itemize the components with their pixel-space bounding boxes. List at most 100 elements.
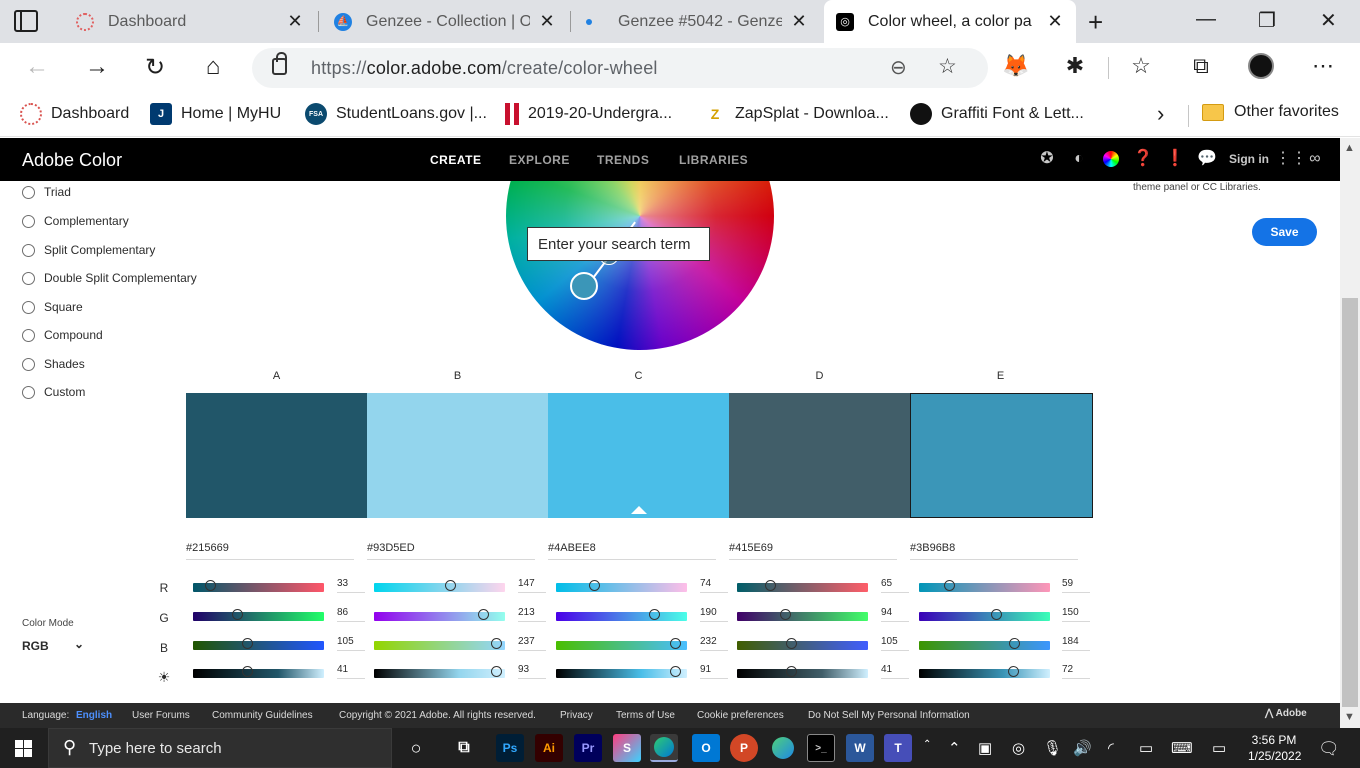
adobe-color-logo[interactable]: Adobe Color <box>22 150 122 171</box>
camera-icon[interactable]: ◎ <box>1012 739 1025 757</box>
slider-brightness-e[interactable] <box>919 666 1050 678</box>
radio-icon[interactable] <box>22 214 35 228</box>
refresh-icon[interactable]: ↻ <box>140 53 170 82</box>
slider-blue-c[interactable] <box>556 638 687 650</box>
slider-green-b[interactable] <box>374 609 505 621</box>
outlook-icon[interactable]: O <box>692 734 720 762</box>
windows-start-icon[interactable] <box>15 740 32 757</box>
search-term-tooltip[interactable]: Enter your search term <box>527 227 710 261</box>
keyboard-icon[interactable]: ⌨ <box>1171 739 1193 757</box>
slider-knob[interactable] <box>241 666 253 677</box>
nav-libraries[interactable]: LIBRARIES <box>679 153 748 167</box>
footer-link-cookies[interactable]: Cookie preferences <box>697 710 784 721</box>
collections-icon[interactable]: ⧉ <box>1186 53 1216 79</box>
favorite-zapsplat[interactable]: Z ZapSplat - Downloa... <box>704 103 889 125</box>
slider-knob[interactable] <box>490 666 502 677</box>
footer-link-privacy[interactable]: Privacy <box>560 710 593 721</box>
taskbar-search-box[interactable]: ⚲ Type here to search <box>48 728 392 768</box>
adobe-footer-logo[interactable]: ⋀ Adobe <box>1265 708 1307 719</box>
radio-icon[interactable] <box>22 357 35 371</box>
rule-shades[interactable]: Shades <box>22 357 85 371</box>
apps-grid-icon[interactable]: ⋮⋮ <box>1275 149 1307 169</box>
edge-icon[interactable] <box>769 734 797 762</box>
slider-blue-a[interactable] <box>193 638 324 650</box>
favorite-myhu[interactable]: J Home | MyHU <box>150 103 281 125</box>
chevron-right-icon[interactable]: › <box>1157 101 1164 127</box>
value-blue-a[interactable]: 105 <box>337 636 365 651</box>
slider-knob[interactable] <box>670 666 682 677</box>
close-window-icon[interactable]: ✕ <box>1320 8 1337 33</box>
radio-icon[interactable] <box>22 243 35 257</box>
illustrator-icon[interactable]: Ai <box>535 734 563 762</box>
swatch-a[interactable] <box>186 393 367 518</box>
slider-blue-e[interactable] <box>919 638 1050 650</box>
tab-color-wheel[interactable]: ◎ Color wheel, a color pa ✕ <box>824 0 1076 43</box>
microphone-icon[interactable]: 🎙 <box>1043 739 1062 757</box>
favorite-graffiti[interactable]: Graffiti Font & Lett... <box>910 103 1084 125</box>
swatch-c[interactable] <box>548 393 729 518</box>
value-green-d[interactable]: 94 <box>881 607 909 622</box>
slider-green-e[interactable] <box>919 609 1050 621</box>
photoshop-icon[interactable]: Ps <box>496 734 524 762</box>
rule-compound[interactable]: Compound <box>22 328 103 342</box>
value-brightness-a[interactable]: 41 <box>337 664 365 679</box>
edge-dev-icon[interactable] <box>650 734 678 762</box>
favorite-dashboard[interactable]: Dashboard <box>20 103 129 125</box>
rule-square[interactable]: Square <box>22 300 83 314</box>
rule-triad[interactable]: Triad <box>22 185 71 199</box>
slider-knob[interactable] <box>232 609 244 620</box>
value-red-a[interactable]: 33 <box>337 578 365 593</box>
rule-complementary[interactable]: Complementary <box>22 214 129 228</box>
show-hidden-icons[interactable]: ⌃ <box>948 739 961 757</box>
teams-icon[interactable]: T <box>884 734 912 762</box>
slider-knob[interactable] <box>785 638 797 649</box>
tray-scroll-icon[interactable]: ⌃ <box>923 739 931 750</box>
tab-genzee-5042[interactable]: Genzee #5042 - Genze ✕ <box>574 0 820 43</box>
hex-input-e[interactable]: #3B96B8 <box>910 542 1078 560</box>
slider-brightness-d[interactable] <box>737 666 868 678</box>
favorite-studentloans[interactable]: FSA StudentLoans.gov |... <box>305 103 487 125</box>
radio-icon[interactable] <box>22 328 35 342</box>
slider-knob[interactable] <box>444 580 456 591</box>
url-field[interactable]: https://color.adobe.com/create/color-whe… <box>252 48 988 88</box>
hex-input-b[interactable]: #93D5ED <box>367 542 535 560</box>
contrast-icon[interactable]: ◐ <box>1069 149 1089 169</box>
language-link[interactable]: English <box>76 710 112 721</box>
value-brightness-b[interactable]: 93 <box>518 664 546 679</box>
slider-knob[interactable] <box>780 609 792 620</box>
cortana-icon[interactable]: ○ <box>402 734 430 762</box>
notifications-icon[interactable]: 🗨 <box>1318 739 1340 759</box>
slider-knob[interactable] <box>241 638 253 649</box>
color-mode-select[interactable]: RGB ⌄ <box>22 637 86 653</box>
star-badge-icon[interactable]: ✪ <box>1037 149 1057 169</box>
other-favorites[interactable]: Other favorites <box>1202 103 1339 121</box>
hex-input-c[interactable]: #4ABEE8 <box>548 542 716 560</box>
nav-trends[interactable]: TRENDS <box>597 153 649 167</box>
nav-explore[interactable]: EXPLORE <box>509 153 570 167</box>
close-tab-icon[interactable]: ✕ <box>538 11 556 32</box>
slider-knob[interactable] <box>490 638 502 649</box>
word-icon[interactable]: W <box>846 734 874 762</box>
value-brightness-c[interactable]: 91 <box>700 664 728 679</box>
screen-icon[interactable]: ▣ <box>978 739 992 757</box>
value-brightness-d[interactable]: 41 <box>881 664 909 679</box>
rule-custom[interactable]: Custom <box>22 385 85 399</box>
tab-actions-icon[interactable] <box>14 10 38 32</box>
premiere-icon[interactable]: Pr <box>574 734 602 762</box>
hex-input-a[interactable]: #215669 <box>186 542 354 560</box>
footer-link-terms[interactable]: Terms of Use <box>616 710 675 721</box>
wheel-handle-base[interactable] <box>570 272 598 300</box>
value-green-b[interactable]: 213 <box>518 607 546 622</box>
save-button[interactable]: Save <box>1252 218 1317 246</box>
radio-icon[interactable] <box>22 300 35 314</box>
value-green-c[interactable]: 190 <box>700 607 728 622</box>
hex-input-d[interactable]: #415E69 <box>729 542 897 560</box>
notification-icon[interactable]: ❗ <box>1165 149 1185 169</box>
tab-genzee-collection[interactable]: ⛵ Genzee - Collection | O ✕ <box>322 0 568 43</box>
slider-knob[interactable] <box>670 638 682 649</box>
back-icon[interactable]: ← <box>22 53 52 81</box>
help-icon[interactable]: ❓ <box>1133 149 1153 169</box>
slider-blue-d[interactable] <box>737 638 868 650</box>
home-icon[interactable]: ⌂ <box>198 53 228 81</box>
value-red-c[interactable]: 74 <box>700 578 728 593</box>
